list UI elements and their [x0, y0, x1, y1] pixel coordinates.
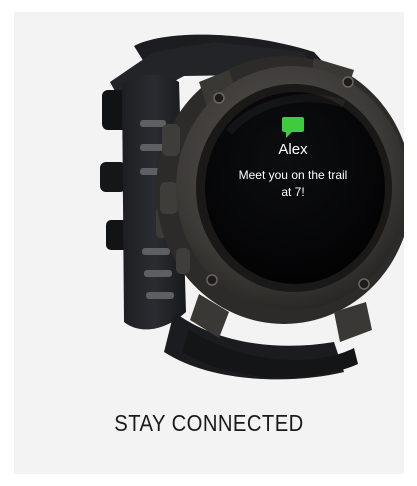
caption-stay-connected: STAY CONNECTED: [114, 410, 304, 436]
notification-message-line2: at 7!: [281, 185, 304, 199]
product-card: Alex Meet you on the trail at 7! STAY CO…: [14, 12, 404, 474]
notification-sender: Alex: [278, 141, 308, 158]
smartwatch-image: Alex Meet you on the trail at 7!: [100, 34, 404, 380]
side-button-up: [162, 124, 180, 156]
side-button-down: [160, 182, 178, 214]
notification-message-line1: Meet you on the trail: [239, 168, 348, 182]
